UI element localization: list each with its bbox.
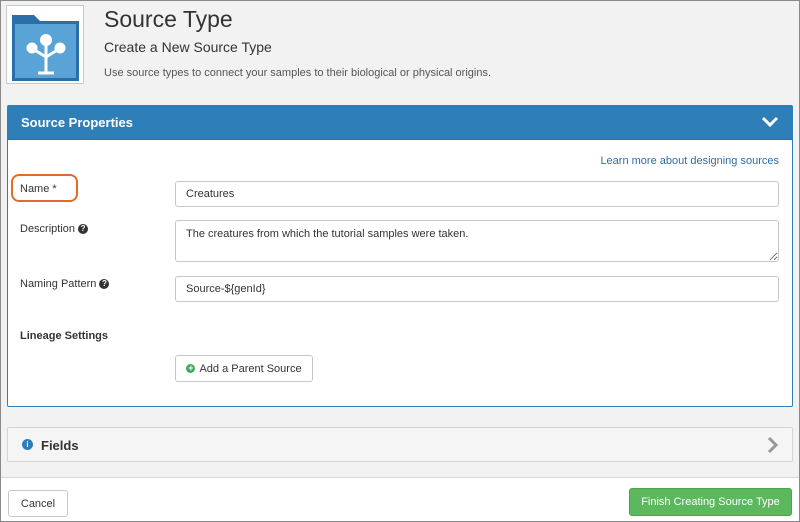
help-circle-icon[interactable]: ?: [99, 279, 110, 290]
app-frame: Source Type Create a New Source Type Use…: [0, 0, 800, 522]
panel-title: Source Properties: [21, 115, 133, 130]
name-label: Name *: [20, 183, 57, 195]
chevron-right-icon[interactable]: [766, 436, 780, 454]
source-properties-heading[interactable]: Source Properties: [8, 106, 792, 140]
description-label: Description?: [20, 223, 89, 235]
logo: [6, 5, 84, 84]
info-circle-icon: i: [22, 439, 33, 450]
chevron-down-icon[interactable]: [760, 112, 780, 132]
fields-panel[interactable]: i Fields: [7, 427, 793, 462]
add-parent-source-label: Add a Parent Source: [199, 362, 302, 375]
page-subtitle: Create a New Source Type: [104, 39, 272, 55]
naming-pattern-input[interactable]: [175, 276, 779, 302]
page-title: Source Type: [104, 6, 233, 32]
name-input[interactable]: [175, 181, 779, 207]
fields-title: Fields: [41, 438, 79, 453]
add-parent-source-button[interactable]: + Add a Parent Source: [175, 355, 313, 382]
learn-more-link[interactable]: Learn more about designing sources: [600, 155, 779, 167]
naming-pattern-label-text: Naming Pattern: [20, 278, 97, 290]
cancel-button[interactable]: Cancel: [8, 490, 68, 517]
lineage-settings-label: Lineage Settings: [20, 330, 109, 342]
source-properties-panel: Source Properties Learn more about desig…: [7, 105, 793, 407]
source-type-logo-icon: [12, 15, 79, 81]
help-circle-icon[interactable]: ?: [78, 224, 89, 235]
finish-creating-source-type-button[interactable]: Finish Creating Source Type: [629, 488, 792, 516]
plus-circle-icon: +: [186, 363, 196, 373]
page-description: Use source types to connect your samples…: [104, 67, 492, 79]
description-label-text: Description: [20, 223, 76, 235]
page-header: Source Type Create a New Source Type Use…: [1, 1, 799, 99]
footer-bar: Cancel Finish Creating Source Type: [1, 477, 799, 521]
naming-pattern-label: Naming Pattern?: [20, 278, 110, 290]
description-textarea[interactable]: The creatures from which the tutorial sa…: [175, 220, 779, 262]
